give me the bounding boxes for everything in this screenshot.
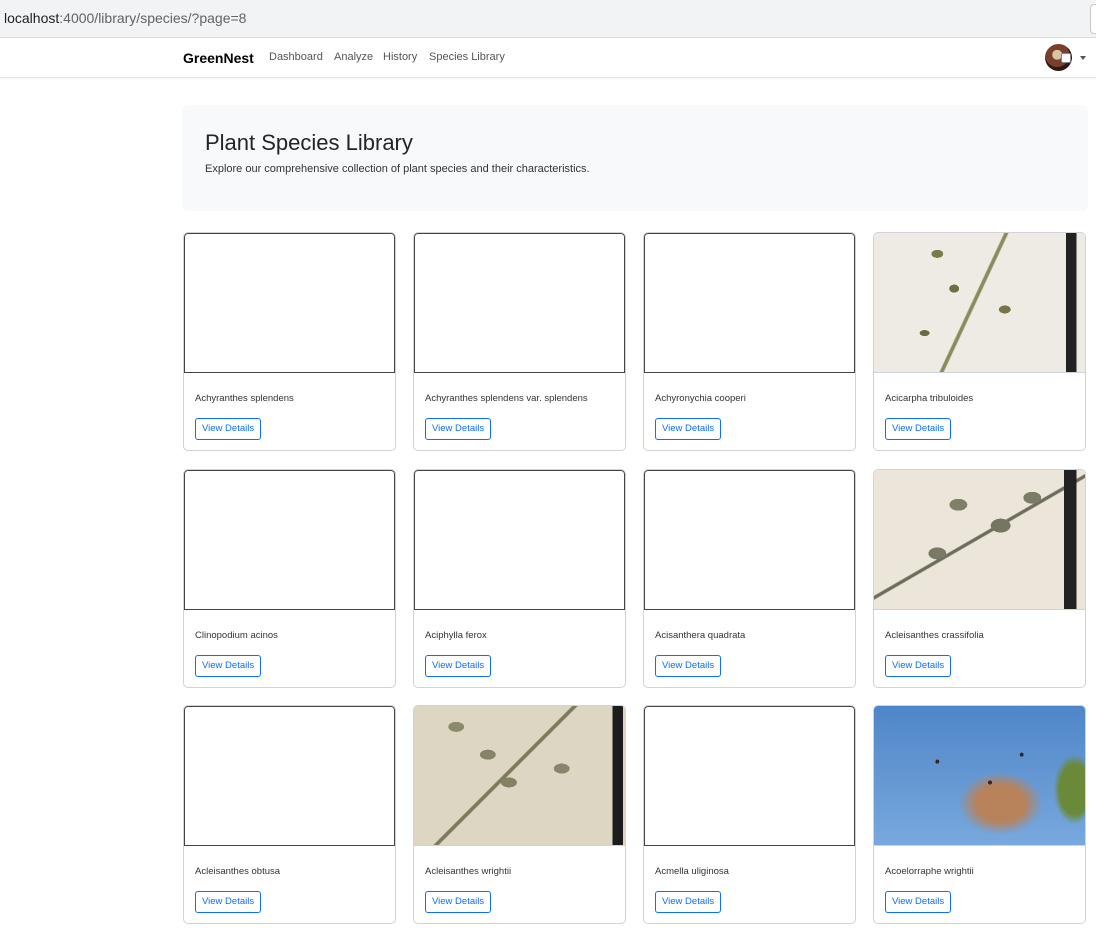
view-details-button[interactable]: View Details <box>885 655 952 677</box>
species-image <box>414 233 625 373</box>
species-image <box>644 470 855 610</box>
view-details-button[interactable]: View Details <box>425 655 492 677</box>
species-image <box>184 706 395 846</box>
nav-link-analyze[interactable]: Analyze <box>334 51 373 63</box>
species-card: Acleisanthes wrightii View Details <box>413 705 626 924</box>
browser-address-bar[interactable]: localhost:4000/library/species/?page=8 <box>0 0 1096 38</box>
species-name: Achyronychia cooperi <box>655 393 746 404</box>
species-name: Acoelorraphe wrightii <box>885 866 974 877</box>
species-name: Acmella uliginosa <box>655 866 729 877</box>
species-image <box>644 706 855 846</box>
species-image <box>874 706 1085 846</box>
view-details-button[interactable]: View Details <box>885 891 952 913</box>
view-details-button[interactable]: View Details <box>195 891 262 913</box>
species-card: Acleisanthes crassifolia View Details <box>873 469 1086 688</box>
view-details-button[interactable]: View Details <box>885 418 952 440</box>
view-details-button[interactable]: View Details <box>655 655 722 677</box>
species-image <box>874 233 1085 373</box>
navbar: GreenNest Dashboard Analyze History Spec… <box>0 38 1096 78</box>
species-card: Achyranthes splendens View Details <box>183 232 396 451</box>
species-name: Acleisanthes obtusa <box>195 866 281 877</box>
nav-link-history[interactable]: History <box>383 51 417 63</box>
species-card: Aciphylla ferox View Details <box>413 469 626 688</box>
species-card: Acicarpha tribuloides View Details <box>873 232 1086 451</box>
url-text[interactable]: localhost:4000/library/species/?page=8 <box>4 10 246 26</box>
browser-edge <box>1090 4 1096 34</box>
nav-link-species-library[interactable]: Species Library <box>429 51 505 63</box>
species-image <box>414 706 625 846</box>
species-name: Acicarpha tribuloides <box>885 393 974 404</box>
species-name: Aciphylla ferox <box>425 630 487 641</box>
species-image <box>184 470 395 610</box>
chevron-down-icon[interactable] <box>1080 56 1086 60</box>
species-name: Achyranthes splendens var. splendens <box>425 393 588 404</box>
view-details-button[interactable]: View Details <box>195 418 262 440</box>
species-image <box>874 470 1085 610</box>
view-details-button[interactable]: View Details <box>425 891 492 913</box>
species-card: Acisanthera quadrata View Details <box>643 469 856 688</box>
species-card: Achyranthes splendens var. splendens Vie… <box>413 232 626 451</box>
view-details-button[interactable]: View Details <box>655 891 722 913</box>
species-name: Achyranthes splendens <box>195 393 294 404</box>
species-name: Clinopodium acinos <box>195 630 278 641</box>
view-details-button[interactable]: View Details <box>655 418 722 440</box>
nav-link-dashboard[interactable]: Dashboard <box>269 51 323 63</box>
view-details-button[interactable]: View Details <box>425 418 492 440</box>
species-card: Acleisanthes obtusa View Details <box>183 705 396 924</box>
avatar-badge-icon <box>1061 53 1071 63</box>
species-name: Acisanthera quadrata <box>655 630 746 641</box>
species-image <box>184 233 395 373</box>
view-details-button[interactable]: View Details <box>195 655 262 677</box>
species-image <box>414 470 625 610</box>
brand-link[interactable]: GreenNest <box>183 50 254 66</box>
page-subtitle: Explore our comprehensive collection of … <box>205 163 590 175</box>
page-header: Plant Species Library Explore our compre… <box>182 105 1088 211</box>
species-name: Acleisanthes crassifolia <box>885 630 984 641</box>
page-title: Plant Species Library <box>205 130 413 155</box>
species-card: Clinopodium acinos View Details <box>183 469 396 688</box>
species-image <box>644 233 855 373</box>
species-name: Acleisanthes wrightii <box>425 866 512 877</box>
species-card: Acoelorraphe wrightii View Details <box>873 705 1086 924</box>
species-card: Acmella uliginosa View Details <box>643 705 856 924</box>
species-card: Achyronychia cooperi View Details <box>643 232 856 451</box>
